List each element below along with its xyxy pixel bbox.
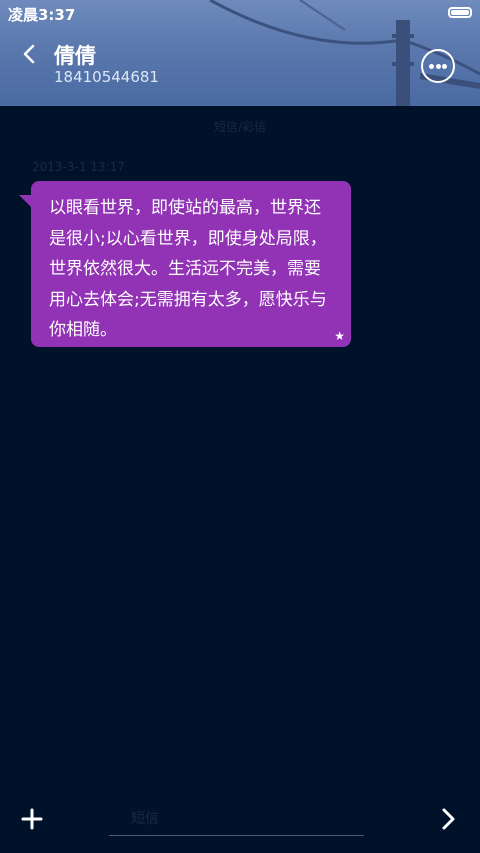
- more-dots-icon: [429, 64, 434, 69]
- message-input[interactable]: 短信: [109, 802, 364, 836]
- plus-icon: [21, 808, 43, 830]
- header: 凌晨3:37 倩倩 18410544681: [0, 0, 480, 106]
- status-bar: 凌晨3:37: [0, 0, 480, 26]
- chevron-right-icon: [442, 808, 455, 830]
- status-time: 凌晨3:37: [8, 6, 76, 24]
- chevron-left-icon: [23, 44, 35, 64]
- contact-number: 18410544681: [54, 68, 159, 86]
- message-text: 以眼看世界，即使站的最高，世界还是很小;以心看世界，即使身处局限，世界依然很大。…: [49, 198, 327, 340]
- message-type-label: 短信/彩信: [213, 120, 267, 134]
- more-button[interactable]: [421, 49, 455, 83]
- star-icon: ★: [334, 329, 345, 343]
- back-button[interactable]: [16, 40, 44, 68]
- message-timestamp: 2013-3-1 13:17: [32, 160, 125, 174]
- message-bubble[interactable]: 以眼看世界，即使站的最高，世界还是很小;以心看世界，即使身处局限，世界依然很大。…: [31, 181, 351, 347]
- send-button[interactable]: [434, 805, 462, 833]
- battery-icon: [448, 7, 472, 18]
- add-attachment-button[interactable]: [18, 805, 46, 833]
- contact-name: 倩倩: [54, 44, 96, 68]
